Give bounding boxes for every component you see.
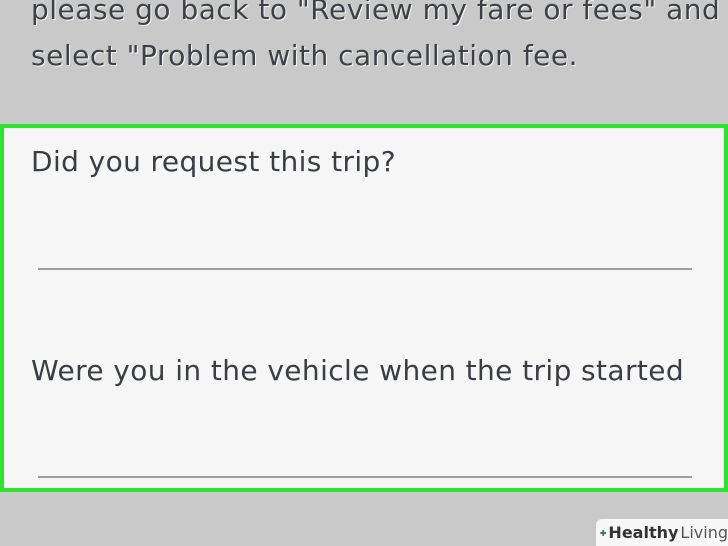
in-vehicle-answer-field[interactable] <box>38 446 692 478</box>
watermark-living-text: Living <box>680 523 728 542</box>
instruction-text: please go back to "Review my fare or fee… <box>31 0 721 72</box>
question-requested-trip-label: Did you request this trip? <box>31 145 396 178</box>
question-in-vehicle-label: Were you in the vehicle when the trip st… <box>31 354 685 387</box>
watermark-healthy-text: Healthy <box>608 523 679 542</box>
trip-question-form: Did you request this trip? Were you in t… <box>0 124 728 492</box>
requested-trip-answer-field[interactable] <box>38 238 692 270</box>
healthy-living-watermark: Healthy Living <box>596 519 728 546</box>
plus-icon <box>600 529 607 536</box>
